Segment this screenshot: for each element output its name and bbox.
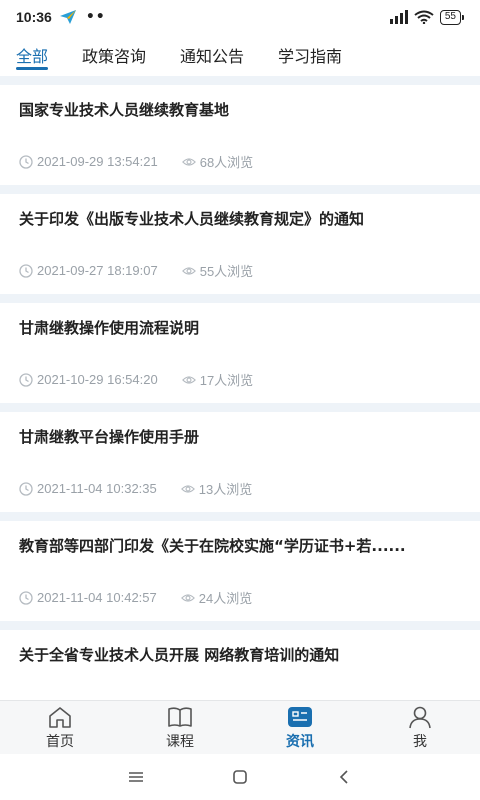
- home-icon: [49, 706, 71, 728]
- battery-level: 55: [439, 9, 461, 25]
- book-icon: [168, 706, 192, 727]
- article-item[interactable]: 教育部等四部门印发《关于在院校实施“学历证书+若...... 2021-11-0…: [0, 521, 480, 621]
- article-meta: 2021-09-29 13:54:21 68人浏览: [19, 152, 253, 171]
- nav-news-label: 资讯: [286, 733, 314, 750]
- article-views-group: 68人浏览: [181, 152, 254, 171]
- app-notification-icon: [59, 10, 76, 24]
- status-right: 55: [389, 9, 464, 25]
- clock-icon: [19, 263, 33, 278]
- status-dots: ••: [85, 9, 106, 25]
- article-time: 2021-10-29 16:54:20: [37, 372, 158, 387]
- article-meta: 2021-11-04 10:32:35 13人浏览: [19, 479, 252, 498]
- tab-notice[interactable]: 通知公告: [180, 34, 244, 76]
- article-title: 教育部等四部门印发《关于在院校实施“学历证书+若......: [19, 537, 406, 555]
- article-item[interactable]: 国家专业技术人员继续教育基地 2021-09-29 13:54:21 68人浏览: [0, 85, 480, 185]
- article-time: 2021-09-29 13:54:21: [37, 154, 158, 169]
- status-time: 10:36: [16, 9, 52, 25]
- battery-tip: [462, 14, 464, 20]
- clock-icon: [19, 590, 33, 605]
- nav-me-label: 我: [413, 733, 427, 750]
- article-views: 68人浏览: [199, 155, 254, 170]
- nav-course-label: 课程: [166, 733, 194, 750]
- battery-indicator: 55: [439, 9, 464, 25]
- tab-guide[interactable]: 学习指南: [278, 34, 342, 76]
- eye-icon: [181, 266, 196, 275]
- article-meta: 2021-09-27 18:19:07 55人浏览: [19, 261, 253, 280]
- status-bar: 10:36 •• 55: [0, 0, 480, 34]
- bottom-nav: 首页 课程 资讯 我: [0, 700, 480, 754]
- article-time: 2021-11-04 10:32:35: [37, 481, 157, 496]
- back-icon[interactable]: [334, 769, 354, 785]
- article-time: 2021-11-04 10:42:57: [37, 590, 157, 605]
- nav-course[interactable]: 课程: [120, 701, 240, 754]
- article-views-group: 55人浏览: [181, 261, 254, 280]
- signal-icon: [389, 10, 408, 24]
- article-views-group: 24人浏览: [180, 588, 253, 607]
- eye-icon: [181, 375, 196, 384]
- article-views: 17人浏览: [199, 373, 254, 388]
- article-time: 2021-09-27 18:19:07: [37, 263, 158, 278]
- nav-home[interactable]: 首页: [0, 701, 120, 754]
- article-title: 关于印发《出版专业技术人员继续教育规定》的通知: [19, 210, 365, 228]
- news-icon: [288, 706, 312, 727]
- wifi-icon: [414, 10, 434, 24]
- tab-policy[interactable]: 政策咨询: [82, 34, 146, 76]
- article-item[interactable]: 关于印发《出版专业技术人员继续教育规定》的通知 2021-09-27 18:19…: [0, 194, 480, 294]
- article-meta: 2021-10-29 16:54:20 17人浏览: [19, 370, 253, 389]
- eye-icon: [180, 593, 195, 602]
- article-list: 国家专业技术人员继续教育基地 2021-09-29 13:54:21 68人浏览…: [0, 76, 480, 700]
- article-views-group: 17人浏览: [181, 370, 254, 389]
- article-views: 24人浏览: [198, 591, 253, 606]
- article-item[interactable]: 甘肃继教操作使用流程说明 2021-10-29 16:54:20 17人浏览: [0, 303, 480, 403]
- article-views: 55人浏览: [199, 264, 254, 279]
- system-nav-bar: [0, 754, 480, 800]
- eye-icon: [180, 484, 195, 493]
- article-item[interactable]: 甘肃继教平台操作使用手册 2021-11-04 10:32:35 13人浏览: [0, 412, 480, 512]
- article-title: 甘肃继教平台操作使用手册: [19, 428, 200, 446]
- category-tabs: 全部 政策咨询 通知公告 学习指南: [0, 34, 480, 76]
- article-title: 甘肃继教操作使用流程说明: [19, 319, 200, 337]
- clock-icon: [19, 154, 33, 169]
- nav-news[interactable]: 资讯: [240, 701, 360, 754]
- nav-me[interactable]: 我: [360, 701, 480, 754]
- clock-icon: [19, 372, 33, 387]
- nav-home-label: 首页: [46, 733, 74, 750]
- article-title: 国家专业技术人员继续教育基地: [19, 101, 230, 119]
- clock-icon: [19, 481, 33, 496]
- eye-icon: [181, 157, 196, 166]
- home-button-icon[interactable]: [230, 769, 250, 785]
- article-views-group: 13人浏览: [180, 479, 253, 498]
- article-item[interactable]: 关于全省专业技术人员开展 网络教育培训的通知: [0, 630, 480, 700]
- article-meta: 2021-11-04 10:42:57 24人浏览: [19, 588, 252, 607]
- tab-all[interactable]: 全部: [16, 34, 49, 76]
- menu-icon[interactable]: [126, 769, 146, 785]
- article-title: 关于全省专业技术人员开展 网络教育培训的通知: [19, 646, 340, 664]
- article-views: 13人浏览: [198, 482, 253, 497]
- person-icon: [409, 706, 431, 728]
